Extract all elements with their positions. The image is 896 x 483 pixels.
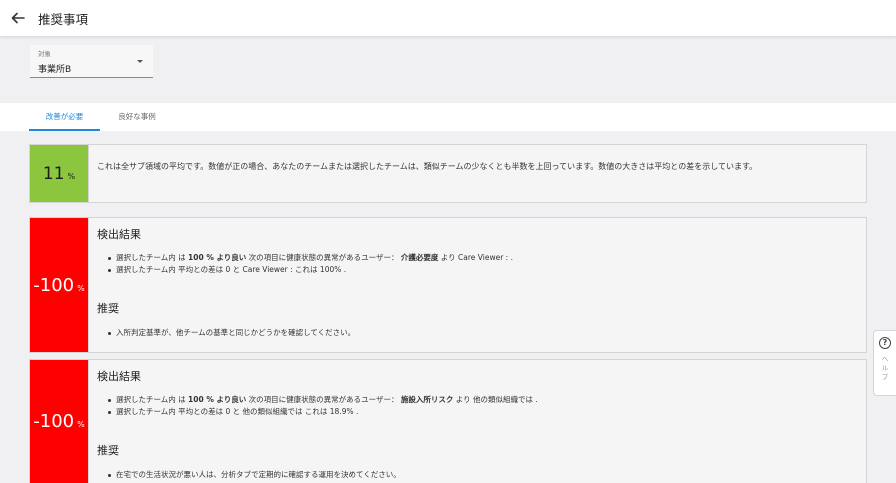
tab-needs-improvement[interactable]: 改善が必要: [29, 103, 100, 131]
card-metric-value: -100: [33, 411, 75, 432]
findings-list: 選択したチーム内 は 100 % より良い 次の項目に健康状態の異常があるユーザ…: [108, 394, 858, 418]
card-body: 検出結果 選択したチーム内 は 100 % より良い 次の項目に健康状態の異常が…: [88, 360, 866, 483]
top-app-bar: 推奨事項: [0, 0, 896, 36]
target-select-value: 事業所B: [38, 65, 72, 75]
recommendation-heading: 推奨: [97, 444, 119, 457]
help-button[interactable]: ? ヘルプ: [873, 330, 896, 396]
arrow-left-icon: [11, 12, 25, 24]
summary-metric-unit: %: [67, 172, 76, 181]
dropdown-arrow-icon: [137, 60, 143, 63]
finding-item: 選択したチーム内 平均との差は 0 と Care Viewer : これは 10…: [108, 264, 858, 276]
recommendation-card: -100% 検出結果 選択したチーム内 は 100 % より良い 次の項目に健康…: [29, 217, 867, 353]
summary-metric: 11%: [30, 145, 88, 202]
finding-item: 選択したチーム内 平均との差は 0 と 他の類似組織では これは 18.9% .: [108, 406, 858, 418]
target-select-label: 対象: [38, 50, 51, 58]
summary-metric-value: 11: [42, 163, 65, 184]
card-body: 検出結果 選択したチーム内 は 100 % より良い 次の項目に健康状態の異常が…: [88, 218, 866, 352]
recommendation-heading: 推奨: [97, 302, 119, 315]
summary-body: これは全サブ領域の平均です。数値が正の場合、あなたのチームまたは選択したチームは…: [88, 145, 866, 202]
tab-bar: 改善が必要 良好な事例: [0, 103, 896, 131]
recommendation-list: 入所判定基準が、他チームの基準と同じかどうかを確認してください。: [108, 327, 858, 339]
card-metric-unit: %: [77, 283, 85, 293]
card-metric-unit: %: [77, 420, 85, 429]
summary-description: これは全サブ領域の平均です。数値が正の場合、あなたのチームまたは選択したチームは…: [97, 162, 758, 171]
question-circle-icon: ?: [879, 337, 891, 349]
help-label: ヘルプ: [881, 355, 889, 381]
findings-heading: 検出結果: [97, 228, 141, 241]
back-button[interactable]: [7, 7, 29, 29]
recommendation-card: -100% 検出結果 選択したチーム内 は 100 % より良い 次の項目に健康…: [29, 359, 867, 483]
recommendation-item: 在宅での生活状況が悪い人は、分析タブで定期的に確認する運用を決めてください。: [108, 469, 858, 481]
target-select[interactable]: 対象 事業所B: [30, 45, 153, 78]
recommendation-list: 在宅での生活状況が悪い人は、分析タブで定期的に確認する運用を決めてください。: [108, 469, 858, 481]
findings-list: 選択したチーム内 は 100 % より良い 次の項目に健康状態の異常があるユーザ…: [108, 252, 858, 276]
finding-item: 選択したチーム内 は 100 % より良い 次の項目に健康状態の異常があるユーザ…: [108, 394, 858, 406]
page-title: 推奨事項: [38, 11, 89, 27]
card-metric-value: -100: [33, 274, 75, 296]
card-metric: -100%: [30, 218, 88, 352]
summary-card: 11% これは全サブ領域の平均です。数値が正の場合、あなたのチームまたは選択した…: [29, 144, 867, 203]
tab-good-examples[interactable]: 良好な事例: [100, 103, 174, 131]
findings-heading: 検出結果: [97, 370, 141, 383]
card-metric: -100%: [30, 360, 88, 483]
finding-item: 選択したチーム内 は 100 % より良い 次の項目に健康状態の異常があるユーザ…: [108, 252, 858, 264]
recommendation-item: 入所判定基準が、他チームの基準と同じかどうかを確認してください。: [108, 327, 858, 339]
